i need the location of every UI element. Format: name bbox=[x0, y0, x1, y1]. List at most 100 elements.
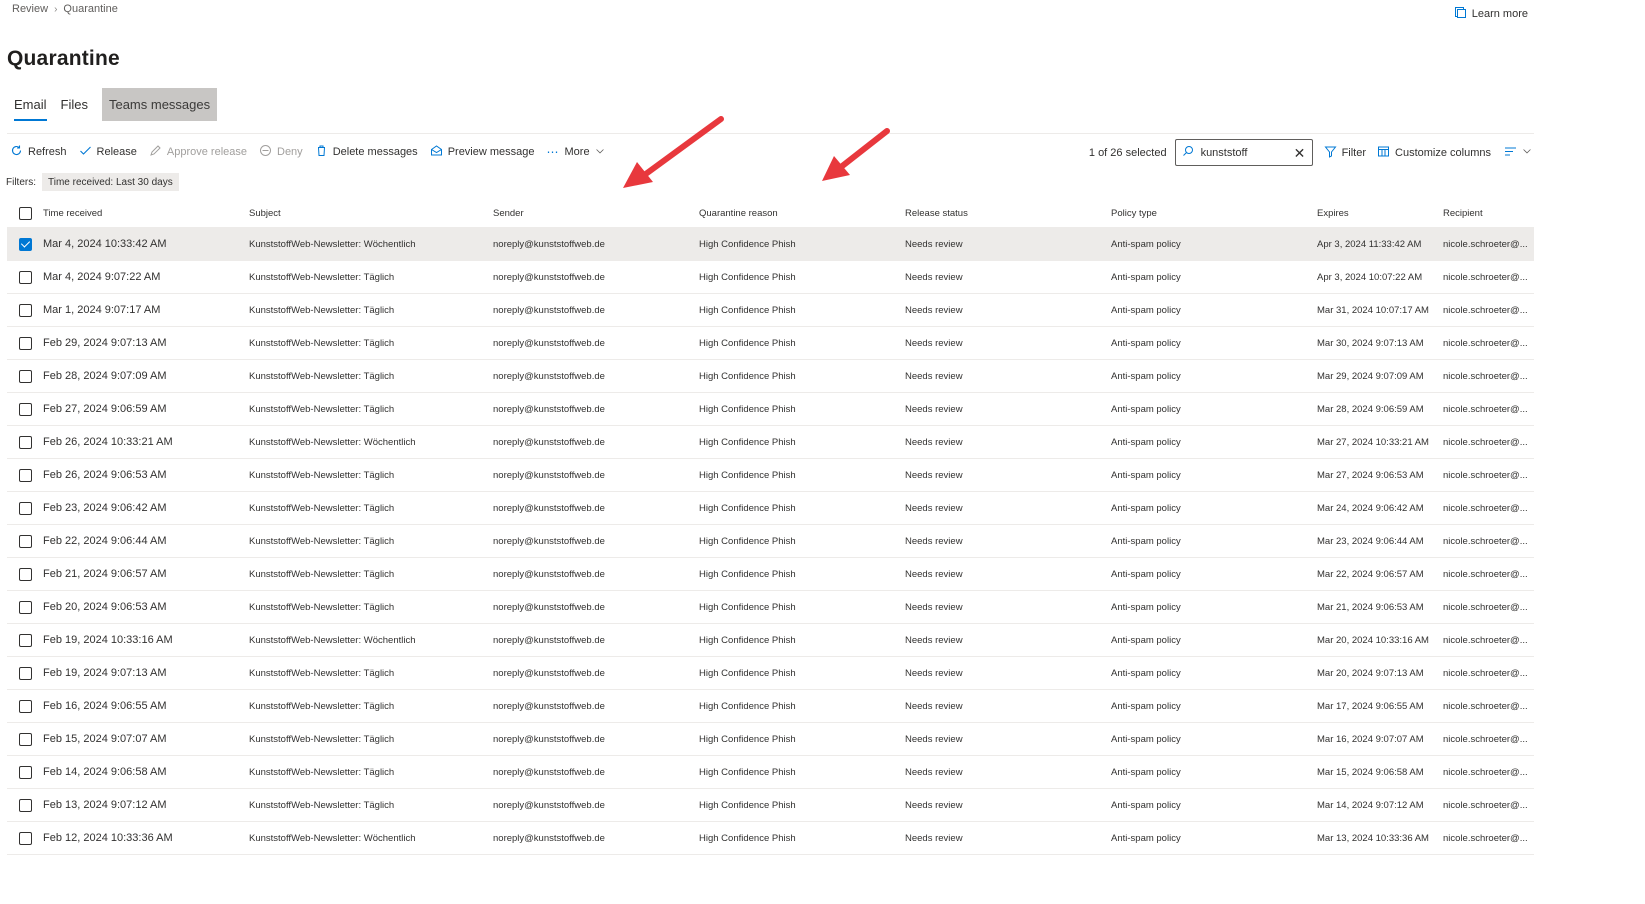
cell-expires: Mar 20, 2024 9:07:13 AM bbox=[1317, 667, 1424, 679]
release-button[interactable]: Release bbox=[79, 144, 137, 160]
column-header-sender[interactable]: Sender bbox=[493, 208, 699, 219]
group-by-button[interactable] bbox=[1504, 145, 1532, 161]
approve-release-button[interactable]: Approve release bbox=[149, 144, 247, 160]
cell-policy-type: Anti-spam policy bbox=[1111, 832, 1181, 844]
learn-more-link[interactable]: Learn more bbox=[1454, 6, 1528, 22]
row-select-cell bbox=[7, 270, 43, 284]
cell-recipient: nicole.schroeter@... bbox=[1443, 535, 1528, 547]
clear-search-icon[interactable]: ✕ bbox=[1294, 146, 1306, 160]
column-header-policy-type[interactable]: Policy type bbox=[1111, 208, 1317, 219]
row-checkbox[interactable] bbox=[18, 402, 32, 416]
cell-expires: Mar 21, 2024 9:06:53 AM bbox=[1317, 601, 1424, 613]
command-bar: Refresh Release Approve release Deny Del… bbox=[10, 141, 605, 163]
cell-quarantine-reason: High Confidence Phish bbox=[699, 238, 796, 250]
row-select-cell bbox=[7, 402, 43, 416]
selected-count: 1 of 26 selected bbox=[1088, 146, 1167, 159]
column-header-expires[interactable]: Expires bbox=[1317, 208, 1443, 219]
filter-chip-time-received[interactable]: Time received: Last 30 days bbox=[42, 173, 179, 191]
table-row[interactable]: Mar 4, 2024 9:07:22 AM KunststoffWeb-News… bbox=[7, 261, 1534, 294]
annotation-arrow-left bbox=[623, 116, 724, 188]
row-checkbox[interactable] bbox=[18, 765, 32, 779]
table-row[interactable]: Feb 13, 2024 9:07:12 AM KunststoffWeb-New… bbox=[7, 789, 1534, 822]
table-row[interactable]: Feb 20, 2024 9:06:53 AM KunststoffWeb-New… bbox=[7, 591, 1534, 624]
column-header-time-received[interactable]: Time received bbox=[43, 208, 249, 219]
filter-button[interactable]: Filter bbox=[1324, 145, 1366, 161]
row-checkbox[interactable] bbox=[18, 501, 32, 515]
cell-expires: Mar 17, 2024 9:06:55 AM bbox=[1317, 700, 1424, 712]
tab-email[interactable]: Email bbox=[7, 88, 54, 121]
table-row[interactable]: Feb 22, 2024 9:06:44 AM KunststoffWeb-New… bbox=[7, 525, 1534, 558]
cell-recipient: nicole.schroeter@... bbox=[1443, 601, 1528, 613]
row-checkbox[interactable] bbox=[18, 699, 32, 713]
table-row[interactable]: Feb 21, 2024 9:06:57 AM KunststoffWeb-New… bbox=[7, 558, 1534, 591]
column-header-recipient[interactable]: Recipient bbox=[1443, 208, 1534, 219]
select-all-checkbox[interactable] bbox=[18, 206, 32, 220]
more-button[interactable]: ⋯ More bbox=[547, 145, 605, 159]
table-row[interactable]: Feb 23, 2024 9:06:42 AM KunststoffWeb-New… bbox=[7, 492, 1534, 525]
table-row[interactable]: Mar 1, 2024 9:07:17 AM KunststoffWeb-News… bbox=[7, 294, 1534, 327]
search-input[interactable] bbox=[1200, 146, 1287, 159]
table-row[interactable]: Feb 15, 2024 9:07:07 AM KunststoffWeb-New… bbox=[7, 723, 1534, 756]
table-row[interactable]: Feb 29, 2024 9:07:13 AM KunststoffWeb-New… bbox=[7, 327, 1534, 360]
row-checkbox[interactable] bbox=[18, 468, 32, 482]
table-row[interactable]: Feb 19, 2024 10:33:16 AM KunststoffWeb-Ne… bbox=[7, 624, 1534, 657]
row-checkbox[interactable] bbox=[18, 435, 32, 449]
row-checkbox[interactable] bbox=[18, 369, 32, 383]
cell-expires: Mar 31, 2024 10:07:17 AM bbox=[1317, 304, 1429, 316]
cell-quarantine-reason: High Confidence Phish bbox=[699, 436, 796, 448]
row-checkbox[interactable] bbox=[18, 600, 32, 614]
table-row[interactable]: Feb 28, 2024 9:07:09 AM KunststoffWeb-New… bbox=[7, 360, 1534, 393]
cell-quarantine-reason: High Confidence Phish bbox=[699, 337, 796, 349]
cell-policy-type: Anti-spam policy bbox=[1111, 799, 1181, 811]
row-select-cell bbox=[7, 831, 43, 845]
cell-recipient: nicole.schroeter@... bbox=[1443, 370, 1528, 382]
delete-messages-button[interactable]: Delete messages bbox=[315, 144, 418, 160]
preview-message-button[interactable]: Preview message bbox=[430, 144, 535, 160]
search-box[interactable]: ✕ bbox=[1174, 139, 1313, 166]
cell-sender: noreply@kunststoffweb.de bbox=[493, 370, 605, 382]
row-checkbox[interactable] bbox=[18, 831, 32, 845]
tab-files[interactable]: Files bbox=[54, 88, 95, 121]
row-checkbox[interactable] bbox=[18, 534, 32, 548]
cell-time-received: Feb 21, 2024 9:06:57 AM bbox=[43, 568, 167, 580]
cell-subject: KunststoffWeb-Newsletter: Wöchentlich bbox=[249, 634, 416, 646]
command-bar-right: 1 of 26 selected ✕ Filter Customize colu… bbox=[1089, 139, 1532, 166]
table-row[interactable]: Feb 16, 2024 9:06:55 AM KunststoffWeb-New… bbox=[7, 690, 1534, 723]
cell-recipient: nicole.schroeter@... bbox=[1443, 238, 1528, 250]
table-row[interactable]: Feb 26, 2024 10:33:21 AM KunststoffWeb-Ne… bbox=[7, 426, 1534, 459]
row-checkbox[interactable] bbox=[18, 732, 32, 746]
refresh-button[interactable]: Refresh bbox=[10, 144, 67, 160]
cell-time-received: Feb 19, 2024 10:33:16 AM bbox=[43, 634, 173, 646]
table-row[interactable]: Feb 26, 2024 9:06:53 AM KunststoffWeb-New… bbox=[7, 459, 1534, 492]
deny-button[interactable]: Deny bbox=[259, 144, 303, 160]
row-checkbox[interactable] bbox=[18, 633, 32, 647]
column-header-quarantine-reason[interactable]: Quarantine reason bbox=[699, 208, 905, 219]
cell-sender: noreply@kunststoffweb.de bbox=[493, 634, 605, 646]
table-row[interactable]: Feb 19, 2024 9:07:13 AM KunststoffWeb-New… bbox=[7, 657, 1534, 690]
row-checkbox[interactable] bbox=[18, 666, 32, 680]
cell-recipient: nicole.schroeter@... bbox=[1443, 766, 1528, 778]
row-checkbox[interactable] bbox=[18, 798, 32, 812]
cell-time-received: Feb 27, 2024 9:06:59 AM bbox=[43, 403, 167, 415]
row-select-cell bbox=[7, 501, 43, 515]
cell-sender: noreply@kunststoffweb.de bbox=[493, 766, 605, 778]
cell-sender: noreply@kunststoffweb.de bbox=[493, 832, 605, 844]
cell-quarantine-reason: High Confidence Phish bbox=[699, 568, 796, 580]
table-row[interactable]: Feb 14, 2024 9:06:58 AM KunststoffWeb-New… bbox=[7, 756, 1534, 789]
column-header-subject[interactable]: Subject bbox=[249, 208, 493, 219]
columns-icon bbox=[1377, 145, 1390, 161]
table-row[interactable]: Feb 12, 2024 10:33:36 AM KunststoffWeb-Ne… bbox=[7, 822, 1534, 855]
row-checkbox[interactable] bbox=[18, 303, 32, 317]
row-checkbox[interactable] bbox=[18, 270, 32, 284]
table-row[interactable]: Feb 27, 2024 9:06:59 AM KunststoffWeb-New… bbox=[7, 393, 1534, 426]
row-checkbox[interactable] bbox=[18, 567, 32, 581]
table-row[interactable]: Mar 4, 2024 10:33:42 AM KunststoffWeb-New… bbox=[7, 228, 1534, 261]
tab-teams-messages[interactable]: Teams messages bbox=[101, 88, 218, 121]
cell-sender: noreply@kunststoffweb.de bbox=[493, 436, 605, 448]
column-header-release-status[interactable]: Release status bbox=[905, 208, 1111, 219]
row-checkbox[interactable] bbox=[18, 336, 32, 350]
breadcrumb-item-review[interactable]: Review bbox=[12, 3, 48, 15]
page-title: Quarantine bbox=[7, 47, 120, 70]
customize-columns-button[interactable]: Customize columns bbox=[1377, 145, 1491, 161]
row-checkbox[interactable] bbox=[18, 237, 32, 251]
